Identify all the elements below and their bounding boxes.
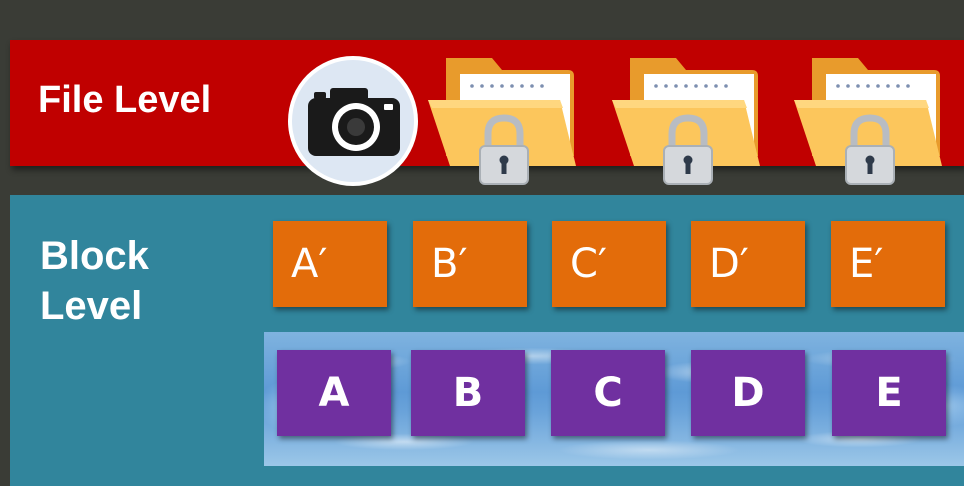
block-level-label-line1: Block: [40, 234, 149, 278]
original-block-d: D: [691, 350, 805, 436]
locked-folder-icon: [426, 52, 578, 188]
original-block-a: A: [277, 350, 391, 436]
block-level-label-line2: Level: [40, 284, 143, 328]
block-level-label: Block Level: [40, 231, 149, 331]
original-block-c: C: [551, 350, 665, 436]
locked-folder-icon: [792, 52, 944, 188]
modified-block-b: B′: [413, 221, 527, 307]
camera-icon: [288, 56, 418, 186]
modified-block-e: E′: [831, 221, 945, 307]
block-level-band: Block Level A′ B′ C′ D′ E′ A B C D E: [10, 195, 964, 486]
file-level-band: File Level: [10, 40, 964, 166]
file-level-label: File Level: [38, 79, 212, 121]
modified-block-a: A′: [273, 221, 387, 307]
modified-block-d: D′: [691, 221, 805, 307]
original-block-e: E: [832, 350, 946, 436]
modified-block-c: C′: [552, 221, 666, 307]
original-block-b: B: [411, 350, 525, 436]
locked-folder-icon: [610, 52, 762, 188]
